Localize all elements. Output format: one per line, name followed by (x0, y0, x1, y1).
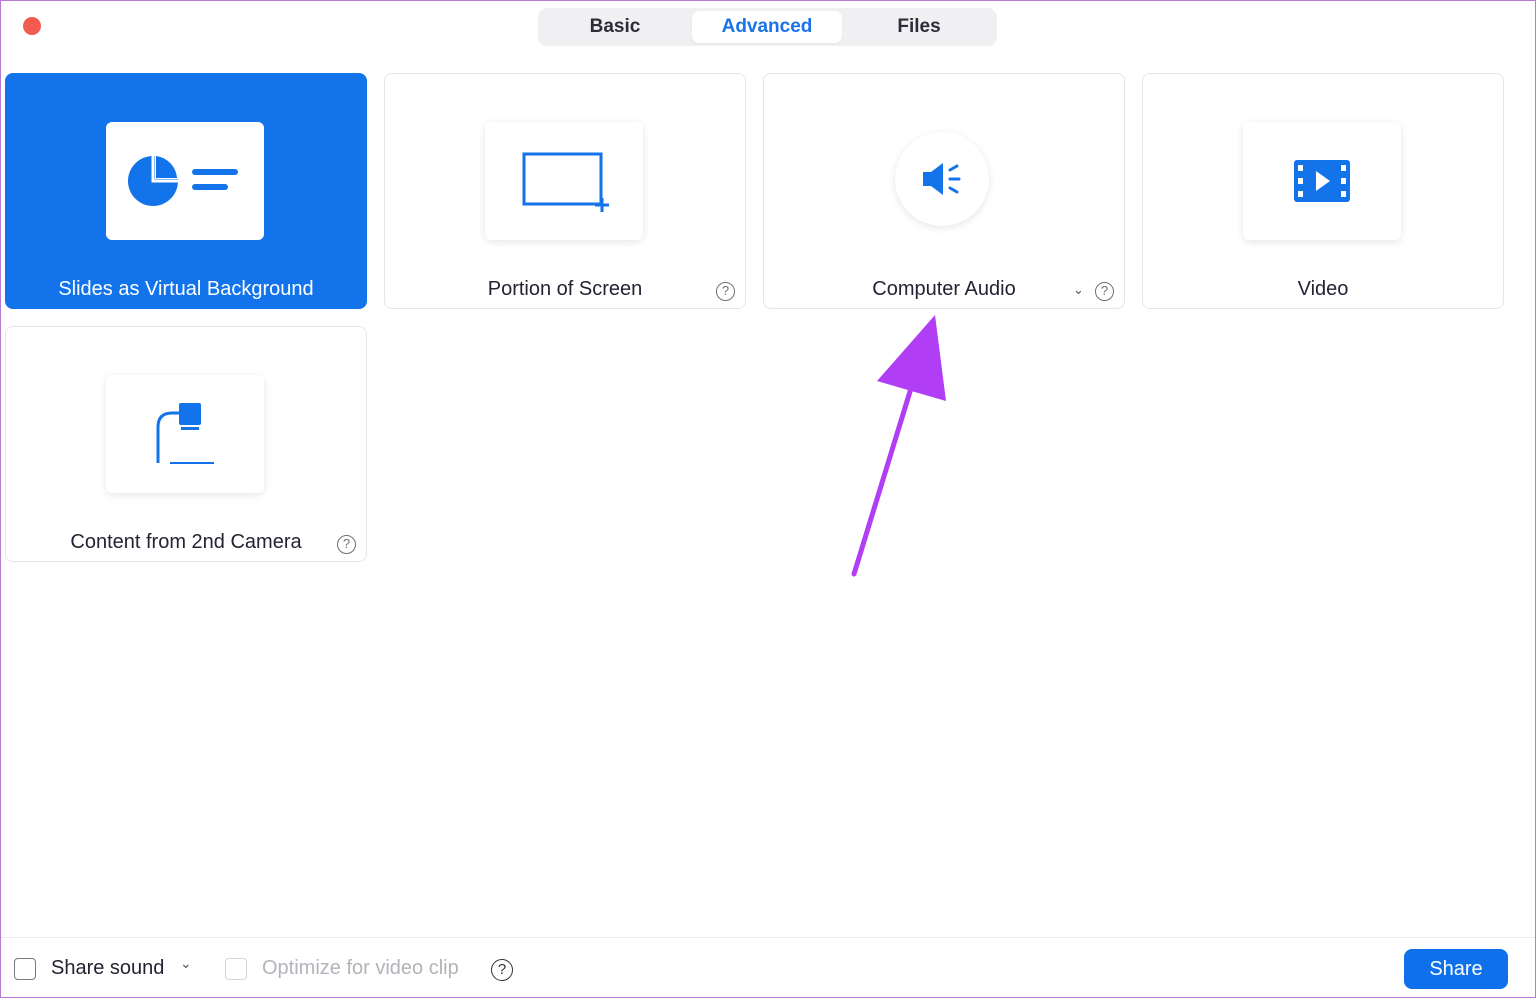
share-sound-label[interactable]: Share sound (51, 957, 164, 980)
share-sound-checkbox[interactable] (14, 958, 36, 980)
help-icon[interactable]: ? (491, 959, 513, 981)
footer-divider (1, 937, 1535, 938)
optimize-video-label: Optimize for video clip (262, 957, 459, 979)
chevron-down-icon[interactable]: ⌄ (180, 955, 192, 972)
optimize-video-checkbox[interactable] (225, 958, 247, 980)
annotation-arrow (851, 315, 946, 577)
share-button[interactable]: Share (1404, 949, 1508, 989)
